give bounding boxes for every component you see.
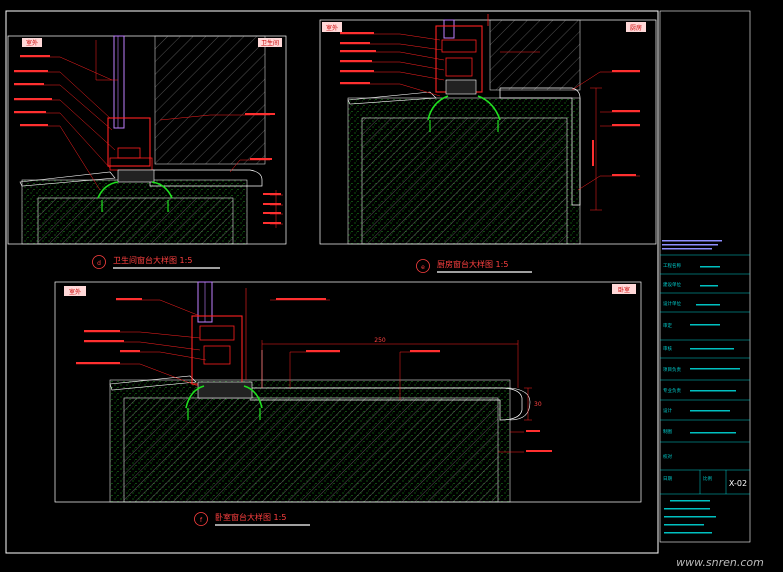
tb-row-9: 校对 [663, 453, 672, 460]
tb-row-11: 比例 [703, 475, 712, 482]
tb-row-0: 工程名称 [663, 262, 681, 269]
detail-d: 室外 卫生间 d 卫生间窗台大样图 1:5 [7, 35, 287, 269]
detail-e-title: 厨房窗台大样图 1:5 [437, 259, 508, 269]
detail-d-tag-right-text: 卫生间 [261, 39, 279, 47]
detail-f-dimension: 250 [374, 337, 386, 344]
tb-row-8: 制图 [663, 428, 672, 435]
tb-row-6: 专业负责 [663, 387, 681, 394]
tb-row-2: 设计单位 [663, 300, 681, 307]
detail-d-title: 卫生间窗台大样图 1:5 [113, 255, 192, 265]
detail-d-marker-text: d [97, 260, 101, 267]
tb-sheet-number: X-02 [729, 479, 747, 488]
detail-f-title: 卧室窗台大样图 1:5 [215, 512, 286, 522]
tb-row-3: 审定 [663, 322, 672, 329]
detail-e-wall [489, 19, 581, 91]
tb-row-7: 设计 [663, 407, 672, 414]
tb-row-1: 建设单位 [663, 281, 681, 288]
title-block: 工程名称 建设单位 设计单位 审定 审核 项目负责 专业负责 设计 制图 校对 … [659, 10, 751, 543]
detail-d-tag-left-text: 室外 [26, 39, 38, 47]
detail-e-glass [443, 19, 455, 39]
detail-d-glass [113, 35, 125, 129]
tb-row-10: 日期 [663, 476, 672, 482]
cad-drawing: 室外 卫生间 d 卫生间窗台大样图 1:5 室外 厨房 e 厨房窗台大样图 1:… [5, 10, 764, 569]
detail-e-tag-left-text: 室外 [326, 24, 338, 32]
tb-row-4: 审核 [663, 345, 672, 352]
detail-e: 室外 厨房 e 厨房窗台大样图 1:5 [319, 14, 657, 273]
detail-f-tag-right-text: 卧室 [618, 286, 630, 294]
detail-e-marker-text: e [421, 264, 425, 271]
detail-f-dim-side: 30 [534, 401, 542, 408]
detail-f-tag-left-text: 室外 [69, 288, 81, 296]
tb-row-5: 项目负责 [663, 366, 681, 373]
detail-d-wall [154, 35, 266, 165]
watermark: www.snren.com [676, 556, 764, 569]
detail-f: 250 30 室外 卧室 f 卧室窗台大样图 1:5 [54, 281, 642, 526]
detail-f-marker-text: f [200, 517, 203, 524]
detail-e-tag-right-text: 厨房 [630, 24, 642, 32]
